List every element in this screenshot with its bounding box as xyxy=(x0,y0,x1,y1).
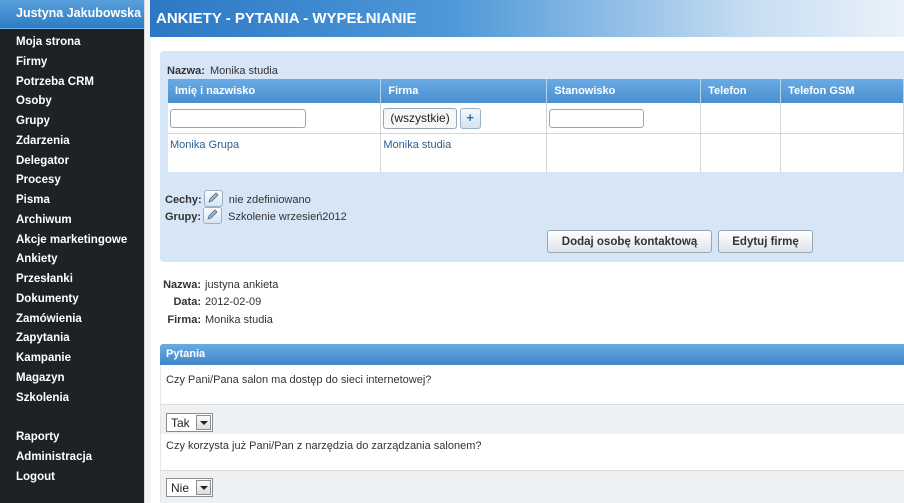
sidebar-item-procesy[interactable]: Procesy xyxy=(0,170,144,190)
sidebar-item-osoby[interactable]: Osoby xyxy=(0,91,144,111)
firma-filter-select[interactable]: (wszystkie) xyxy=(383,107,457,129)
cell-telefon-gsm xyxy=(780,133,904,172)
company-contacts-panel: Nazwa: Monika studia Imię i nazwisko Fir… xyxy=(160,51,904,262)
sidebar-item-zamowienia[interactable]: Zamówienia xyxy=(0,309,144,329)
sidebar-item-firmy[interactable]: Firmy xyxy=(0,52,144,72)
sidebar-item-kampanie[interactable]: Kampanie xyxy=(0,348,144,368)
edit-grupy-pencil-icon[interactable] xyxy=(203,207,223,224)
contact-name-link[interactable]: Monika Grupa xyxy=(170,139,239,151)
sidebar-item-delegator[interactable]: Delegator xyxy=(0,151,144,171)
sidebar-menu: Moja strona Firmy Potrzeba CRM Osoby Gru… xyxy=(0,29,144,407)
survey-date-row: Data: 2012-02-09 xyxy=(161,296,261,308)
sidebar-item-grupy[interactable]: Grupy xyxy=(0,111,144,131)
sidebar-item-magazyn[interactable]: Magazyn xyxy=(0,368,144,388)
sidebar-item-pisma[interactable]: Pisma xyxy=(0,190,144,210)
column-header-telefon[interactable]: Telefon xyxy=(700,79,782,103)
survey-name-label: Nazwa: xyxy=(163,279,201,291)
company-name-value: Monika studia xyxy=(210,65,278,77)
sidebar-item-raporty[interactable]: Raporty xyxy=(0,427,144,447)
add-filter-button[interactable]: + xyxy=(459,107,481,129)
edit-company-button[interactable]: Edytuj firmę xyxy=(718,230,813,253)
sidebar-item-potrzeba-crm[interactable]: Potrzeba CRM xyxy=(0,72,144,92)
grupy-row: Grupy: Szkolenie wrzesień2012 xyxy=(165,205,347,224)
dropdown-arrow-icon xyxy=(196,480,211,495)
sidebar-separator xyxy=(144,0,151,503)
question-2-answer-row: Nie xyxy=(160,470,904,503)
stanowisko-filter-input[interactable] xyxy=(549,108,645,128)
sidebar-item-moja-strona[interactable]: Moja strona xyxy=(0,32,144,52)
sidebar-item-dokumenty[interactable]: Dokumenty xyxy=(0,289,144,309)
question-1-answer-row: Tak xyxy=(160,404,904,434)
cell-telefon xyxy=(700,133,782,172)
company-name-row: Nazwa: Monika studia xyxy=(167,59,278,78)
user-name: Justyna Jakubowska xyxy=(0,0,144,29)
table-row: Monika Grupa Monika studia xyxy=(168,133,904,172)
filter-cell-name xyxy=(168,103,382,134)
sidebar-item-akcje-marketingowe[interactable]: Akcje marketingowe xyxy=(0,230,144,250)
filter-cell-firma: (wszystkie) + xyxy=(380,103,548,134)
sidebar-item-archiwum[interactable]: Archiwum xyxy=(0,210,144,230)
column-header-telefon-gsm[interactable]: Telefon GSM xyxy=(780,79,904,103)
survey-firma-row: Firma: Monika studia xyxy=(161,314,273,326)
survey-date-label: Data: xyxy=(173,296,201,308)
survey-date-value: 2012-02-09 xyxy=(205,296,262,308)
sidebar-menu-secondary: Raporty Administracja Logout xyxy=(0,427,144,486)
question-2-text: Czy korzysta już Pani/Pan z narzędzia do… xyxy=(160,434,904,470)
sidebar: Justyna Jakubowska Moja strona Firmy Pot… xyxy=(0,0,144,503)
name-filter-input[interactable] xyxy=(170,108,306,128)
page-title: ANKIETY - PYTANIA - WYPEŁNIANIE xyxy=(150,0,904,37)
add-contact-person-button[interactable]: Dodaj osobę kontaktową xyxy=(547,230,712,253)
question-1-text: Czy Pani/Pana salon ma dostęp do sieci i… xyxy=(160,365,904,404)
sidebar-item-szkolenia[interactable]: Szkolenia xyxy=(0,388,144,408)
grupy-label: Grupy: xyxy=(165,211,202,223)
sidebar-item-logout[interactable]: Logout xyxy=(0,467,144,487)
filter-cell-stanowisko xyxy=(546,103,702,134)
sidebar-item-administracja[interactable]: Administracja xyxy=(0,447,144,467)
filter-row: (wszystkie) + xyxy=(168,103,904,134)
column-header-firma[interactable]: Firma xyxy=(380,79,548,103)
grupy-value: Szkolenie wrzesień2012 xyxy=(228,211,347,223)
survey-name-row: Nazwa: justyna ankieta xyxy=(161,279,278,291)
column-header-name[interactable]: Imię i nazwisko xyxy=(168,79,382,103)
survey-firma-value: Monika studia xyxy=(205,314,273,326)
sidebar-item-ankiety[interactable]: Ankiety xyxy=(0,249,144,269)
filter-cell-telefon-gsm xyxy=(780,103,904,134)
company-name-label: Nazwa: xyxy=(167,65,205,77)
column-header-stanowisko[interactable]: Stanowisko xyxy=(546,79,702,103)
contact-firma-link[interactable]: Monika studia xyxy=(383,139,451,151)
question-1-answer-value: Tak xyxy=(171,416,190,430)
question-1-answer-select[interactable]: Tak xyxy=(166,413,213,432)
contacts-table: Imię i nazwisko Firma Stanowisko Telefon… xyxy=(168,79,904,172)
survey-name-value: justyna ankieta xyxy=(205,279,279,291)
filter-cell-telefon xyxy=(700,103,782,134)
question-2-answer-value: Nie xyxy=(171,481,190,495)
questions-section-header: Pytania xyxy=(160,344,904,365)
sidebar-item-zdarzenia[interactable]: Zdarzenia xyxy=(0,131,144,151)
survey-firma-label: Firma: xyxy=(167,314,201,326)
sidebar-item-zapytania[interactable]: Zapytania xyxy=(0,328,144,348)
table-header-row: Imię i nazwisko Firma Stanowisko Telefon… xyxy=(168,79,904,103)
cell-firma: Monika studia xyxy=(380,133,548,172)
dropdown-arrow-icon xyxy=(196,415,211,430)
sidebar-item-przeslanki[interactable]: Przesłanki xyxy=(0,269,144,289)
question-2-answer-select[interactable]: Nie xyxy=(166,478,213,497)
cell-stanowisko xyxy=(546,133,702,172)
cell-name: Monika Grupa xyxy=(168,133,382,172)
